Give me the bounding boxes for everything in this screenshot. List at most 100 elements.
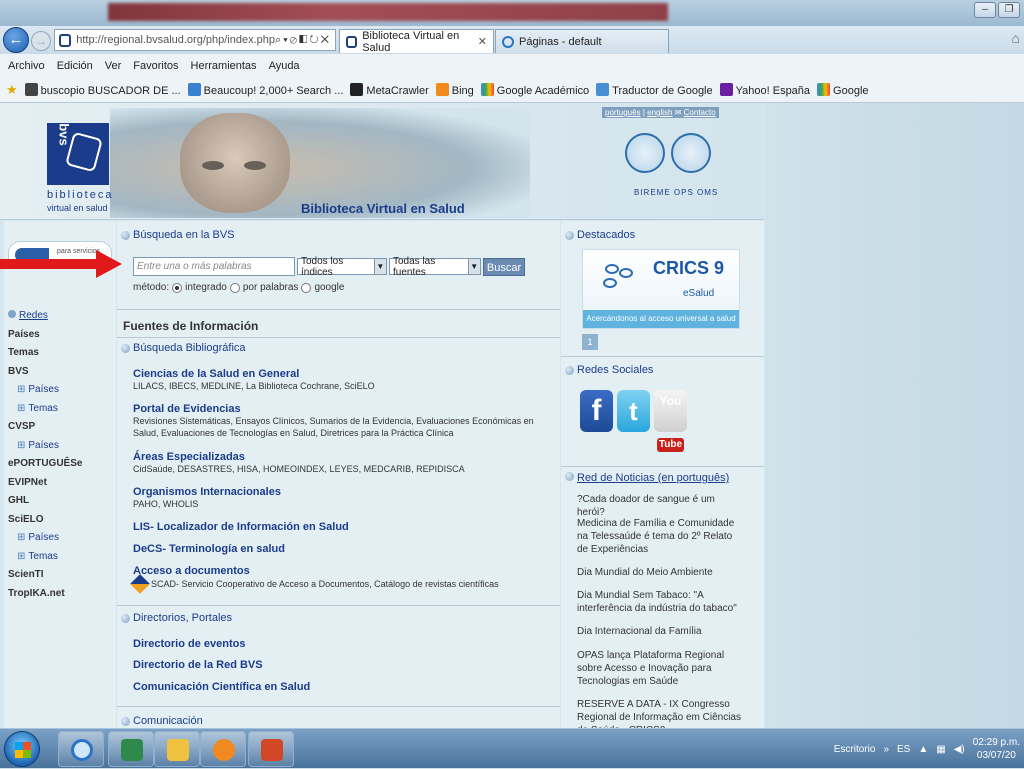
news-item[interactable]: Dia Internacional da Família (577, 625, 745, 638)
back-button[interactable]: ← (3, 27, 29, 53)
news-item[interactable]: Dia Mundial do Meio Ambiente (577, 566, 745, 579)
radio-por-palabras[interactable] (229, 282, 240, 293)
sidebar-item-cvsp[interactable]: CVSP (8, 418, 116, 437)
sidebar-item-eportuguese[interactable]: ePORTUGUÊSe (8, 455, 116, 474)
tab-bvs[interactable]: Biblioteca Virtual en Salud ✕ (339, 29, 494, 54)
web-page: bvs biblioteca virtual en salud Bibliote… (0, 103, 1024, 728)
face-photo (180, 113, 290, 213)
sidebar-item-scienti[interactable]: ScienTI (8, 566, 116, 585)
address-bar[interactable]: http://regional.bvsalud.org/php/index.ph… (54, 29, 336, 51)
contact-link[interactable]: Contacto (684, 108, 716, 117)
volume-icon[interactable]: ◀) (954, 744, 965, 755)
radio-google[interactable] (301, 282, 312, 293)
sidebar-item-bvs[interactable]: BVS (8, 363, 116, 382)
sidebar-item-paises[interactable]: Países (8, 326, 116, 345)
taskbar-explorer-button[interactable] (154, 731, 200, 767)
youtube-icon[interactable]: You Tube (654, 390, 687, 452)
sidebar-item-bvs-paises[interactable]: Países (8, 381, 116, 400)
search-button[interactable]: Buscar (483, 257, 525, 276)
fav-label: MetaCrawler (366, 85, 429, 97)
index-select[interactable]: Todos los índices ▼ (297, 256, 387, 278)
chevron-icon[interactable]: » (883, 744, 889, 755)
sidebar-item-ghl[interactable]: GHL (8, 492, 116, 511)
menu-herramientas[interactable]: Herramientas (191, 60, 257, 72)
source-link[interactable]: Acceso a documentos (133, 565, 499, 577)
sidebar-item-evipnet[interactable]: EVIPNet (8, 474, 116, 493)
fav-metacrawler[interactable]: MetaCrawler (350, 83, 429, 97)
source-item: Organismos Internacionales PAHO, WHOLIS (133, 486, 281, 510)
clock[interactable]: 02:29 p.m. 03/07/20 (973, 736, 1020, 762)
fav-google[interactable]: Google (817, 83, 869, 97)
search-input[interactable]: Entre una o más palabras (133, 257, 295, 276)
source-link[interactable]: Áreas Especializadas (133, 451, 465, 463)
fav-beaucoup[interactable]: Beaucoup! 2,000+ Search ... (187, 83, 343, 97)
sidebar-item-tropika[interactable]: TropIKA.net (8, 585, 116, 604)
favorites-star-icon[interactable]: ★ (6, 82, 18, 98)
right-sidebar: Destacados CRICS 9 eSalud Acercándonos a… (561, 221, 764, 728)
taskbar-app-button[interactable] (108, 731, 154, 767)
who-emblem-icon[interactable] (671, 133, 711, 173)
menu-ayuda[interactable]: Ayuda (269, 60, 300, 72)
taskbar-powerpoint-button[interactable] (248, 731, 294, 767)
logo-line2: virtual en salud (47, 203, 108, 213)
fav-buscopio[interactable]: buscopio BUSCADOR DE ... (24, 83, 181, 97)
tab-paginas[interactable]: Páginas - default (495, 29, 669, 53)
home-icon[interactable]: ⌂ (1012, 30, 1020, 46)
menu-favoritos[interactable]: Favoritos (133, 60, 178, 72)
start-button[interactable] (4, 731, 40, 767)
fav-traductor[interactable]: Traductor de Google (596, 83, 713, 97)
source-link[interactable]: Portal de Evidencias (133, 403, 558, 415)
tray-arrow-icon[interactable]: ▲ (918, 744, 928, 755)
language-indicator[interactable]: ES (897, 744, 910, 755)
sidebar-item-temas[interactable]: Temas (8, 344, 116, 363)
carousel-page-button[interactable]: 1 (582, 334, 598, 350)
radio-integrado[interactable] (172, 282, 183, 293)
sidebar-item-scielo-temas[interactable]: Temas (8, 548, 116, 567)
address-tools-icon[interactable]: ⌕▾⊘◧↻✕ (275, 34, 335, 47)
news-title-link[interactable]: Red de Noticias (en português) (565, 472, 729, 484)
crics-banner[interactable]: CRICS 9 eSalud Acercándonos al acceso un… (582, 249, 740, 329)
redes-sociales-heading: Redes Sociales (565, 364, 653, 376)
source-select[interactable]: Todas las fuentes ▼ (389, 256, 481, 278)
bvs-logo[interactable]: bvs (47, 123, 109, 185)
news-item[interactable]: Medicina de Família e Comunidade na Tele… (577, 517, 745, 556)
menu-ver[interactable]: Ver (105, 60, 122, 72)
close-tab-icon[interactable]: ✕ (478, 35, 487, 48)
menu-edicion[interactable]: Edición (57, 60, 93, 72)
taskbar-media-button[interactable] (200, 731, 246, 767)
directory-link[interactable]: Directorio de la Red BVS (133, 659, 263, 671)
search-form: Entre una o más palabras Todos los índic… (133, 256, 525, 278)
facebook-icon[interactable]: f (580, 390, 613, 432)
source-link[interactable]: Organismos Internacionales (133, 486, 281, 498)
lang-portugues-link[interactable]: português (605, 108, 641, 117)
source-link[interactable]: LIS- Localizador de Información en Salud (133, 521, 349, 533)
menu-archivo[interactable]: Archivo (8, 60, 45, 72)
sidebar-item-scielo[interactable]: SciELO (8, 511, 116, 530)
sidebar-item-scielo-paises[interactable]: Países (8, 529, 116, 548)
globe-icon[interactable] (625, 133, 665, 173)
source-desc: Revisiones Sistemáticas, Ensayos Clínico… (133, 416, 534, 438)
news-item[interactable]: ?Cada doador de sangue é um herói? (577, 493, 745, 519)
directory-link[interactable]: Comunicación Científica en Salud (133, 681, 310, 693)
news-item[interactable]: Dia Mundial Sem Tabaco: "A interferência… (577, 589, 745, 615)
twitter-icon[interactable]: t (617, 390, 650, 432)
fav-yahoo[interactable]: Yahoo! España (719, 83, 810, 97)
source-link[interactable]: Ciencias de la Salud en General (133, 368, 375, 380)
sidebar-item-cvsp-paises[interactable]: Países (8, 437, 116, 456)
news-item[interactable]: OPAS lança Plataforma Regional sobre Ace… (577, 649, 745, 688)
sidebar-item-redes[interactable]: Redes (8, 307, 116, 326)
minimize-button[interactable]: – (974, 2, 996, 18)
desktop-toolbar[interactable]: Escritorio (834, 744, 876, 755)
network-icon[interactable]: ▦ (936, 744, 945, 755)
sidebar-item-bvs-temas[interactable]: Temas (8, 400, 116, 419)
news-item[interactable]: RESERVE A DATA - IX Congresso Regional d… (577, 698, 745, 728)
directory-link[interactable]: Directorio de eventos (133, 638, 245, 650)
fav-google-academico[interactable]: Google Académico (480, 83, 589, 97)
forward-button[interactable]: → (31, 31, 51, 51)
fav-bing[interactable]: Bing (435, 83, 474, 97)
mail-icon: ✉ (674, 108, 684, 117)
restore-button[interactable]: ❐ (998, 2, 1020, 18)
source-link[interactable]: DeCS- Terminología en salud (133, 543, 285, 555)
taskbar-ie-button[interactable] (58, 731, 104, 767)
lang-english-link[interactable]: english (647, 108, 672, 117)
